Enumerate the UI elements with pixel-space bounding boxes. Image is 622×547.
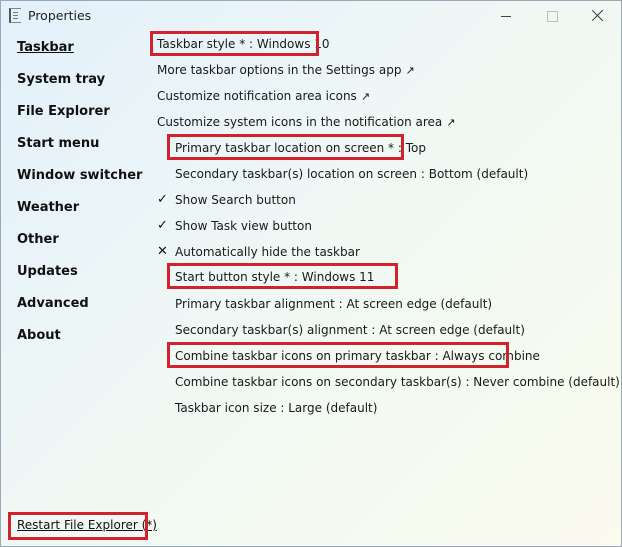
combine-secondary-icons-option[interactable]: Combine taskbar icons on secondary taskb… — [175, 374, 620, 390]
primary-taskbar-alignment-option[interactable]: Primary taskbar alignment : At screen ed… — [175, 296, 492, 312]
settings-app-link[interactable]: More taskbar options in the Settings app… — [157, 62, 415, 79]
notification-icons-link[interactable]: Customize notification area icons ↗ — [157, 88, 370, 105]
check-icon: ✓ — [157, 192, 168, 207]
auto-hide-taskbar-label: Automatically hide the taskbar — [175, 245, 360, 259]
external-link-icon: ↗ — [405, 64, 415, 77]
external-link-icon: ↗ — [360, 90, 371, 103]
options-panel: Taskbar style * : Windows 10 More taskba… — [1, 1, 621, 546]
settings-app-link-label: More taskbar options in the Settings app — [157, 63, 402, 77]
taskbar-icon-size-option[interactable]: Taskbar icon size : Large (default) — [175, 400, 377, 416]
check-icon: ✓ — [157, 218, 168, 233]
cross-icon: ✕ — [157, 244, 168, 259]
system-icons-link-label: Customize system icons in the notificati… — [157, 115, 443, 129]
external-link-icon: ↗ — [446, 116, 456, 129]
restart-file-explorer-link[interactable]: Restart File Explorer (*) — [17, 518, 157, 532]
show-task-view-toggle[interactable]: ✓ Show Task view button — [157, 218, 312, 234]
show-task-view-label: Show Task view button — [175, 219, 312, 233]
taskbar-style-option[interactable]: Taskbar style * : Windows 10 — [157, 36, 330, 52]
secondary-taskbar-location-option[interactable]: Secondary taskbar(s) location on screen … — [175, 166, 528, 182]
notification-icons-link-label: Customize notification area icons — [157, 89, 357, 103]
auto-hide-taskbar-toggle[interactable]: ✕ Automatically hide the taskbar — [157, 244, 360, 260]
properties-window: Properties Taskbar System tray File Expl… — [0, 0, 622, 547]
system-icons-link[interactable]: Customize system icons in the notificati… — [157, 114, 455, 131]
show-search-button-toggle[interactable]: ✓ Show Search button — [157, 192, 296, 208]
start-button-style-option[interactable]: Start button style * : Windows 11 — [175, 269, 374, 285]
show-search-button-label: Show Search button — [175, 193, 296, 207]
secondary-taskbar-alignment-option[interactable]: Secondary taskbar(s) alignment : At scre… — [175, 322, 525, 338]
combine-primary-icons-option[interactable]: Combine taskbar icons on primary taskbar… — [175, 348, 540, 364]
primary-taskbar-location-option[interactable]: Primary taskbar location on screen * : T… — [175, 140, 426, 156]
